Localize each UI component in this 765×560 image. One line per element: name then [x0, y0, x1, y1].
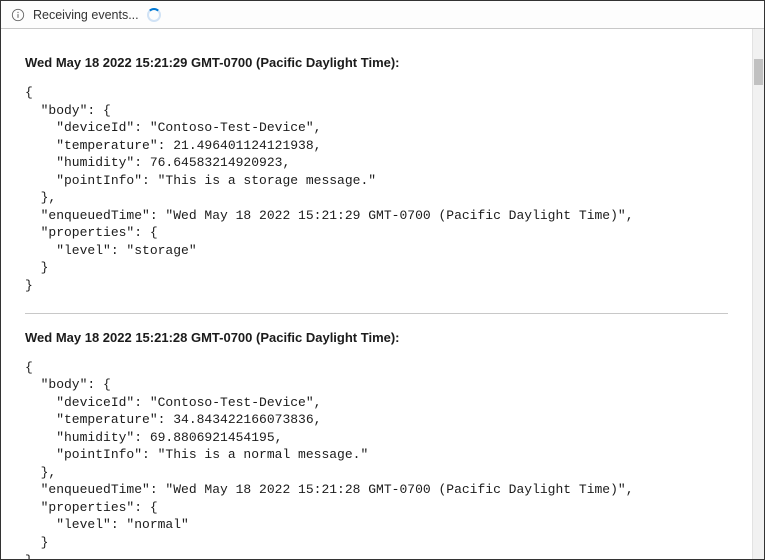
content-area: Wed May 18 2022 15:21:29 GMT-0700 (Pacif…	[1, 29, 764, 559]
status-text: Receiving events...	[33, 8, 139, 22]
event-monitor-window: Receiving events... Wed May 18 2022 15:2…	[0, 0, 765, 560]
loading-spinner-icon	[147, 8, 161, 22]
event-payload: { "body": { "deviceId": "Contoso-Test-De…	[25, 84, 728, 295]
event-item: Wed May 18 2022 15:21:28 GMT-0700 (Pacif…	[25, 313, 728, 559]
event-timestamp-header: Wed May 18 2022 15:21:28 GMT-0700 (Pacif…	[25, 330, 728, 345]
event-item: Wed May 18 2022 15:21:29 GMT-0700 (Pacif…	[25, 39, 728, 313]
status-bar: Receiving events...	[1, 1, 764, 29]
scrollbar-thumb[interactable]	[754, 59, 763, 85]
event-timestamp-header: Wed May 18 2022 15:21:29 GMT-0700 (Pacif…	[25, 55, 728, 70]
event-payload: { "body": { "deviceId": "Contoso-Test-De…	[25, 359, 728, 559]
event-list: Wed May 18 2022 15:21:29 GMT-0700 (Pacif…	[1, 29, 752, 559]
info-icon	[11, 8, 25, 22]
vertical-scrollbar[interactable]	[752, 29, 764, 559]
